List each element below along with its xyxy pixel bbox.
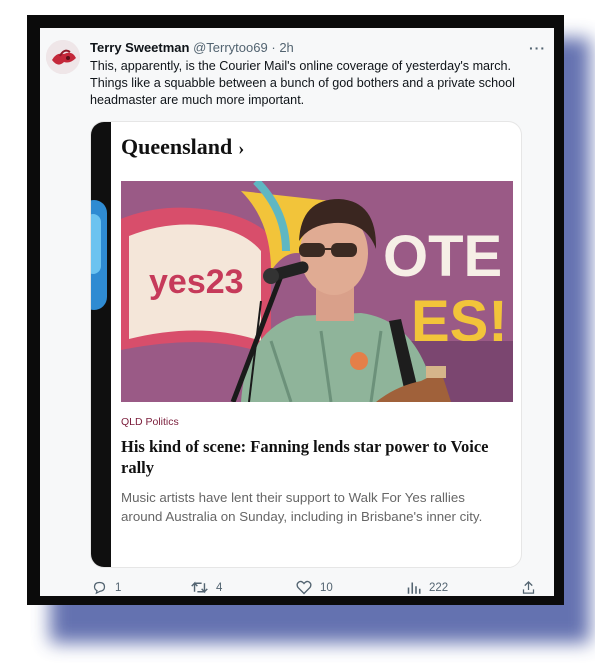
reply-count: 1 — [115, 581, 122, 594]
reply-button[interactable]: 1 — [92, 580, 121, 595]
timestamp[interactable]: 2h — [279, 40, 293, 55]
views-button[interactable]: 222 — [406, 580, 448, 595]
page-edge-strip — [91, 122, 111, 567]
author-name[interactable]: Terry Sweetman — [90, 40, 189, 55]
tweet[interactable]: Terry Sweetman @Terrytoo69 · 2h ··· This… — [40, 28, 554, 596]
like-count: 10 — [320, 581, 333, 594]
separator: · — [271, 40, 276, 55]
section-title: Queensland › — [121, 134, 244, 160]
like-button[interactable]: 10 — [296, 580, 333, 595]
chevron-right-icon: › — [238, 138, 245, 158]
reply-icon — [93, 581, 106, 595]
ad-car-window — [91, 214, 101, 274]
sign-text: yes23 — [149, 263, 244, 301]
retweet-icon — [191, 581, 208, 594]
retweet-button[interactable]: 4 — [191, 580, 222, 595]
tweet-header: Terry Sweetman @Terrytoo69 · 2h — [90, 40, 544, 58]
share-button[interactable] — [521, 580, 536, 595]
more-options-icon[interactable]: ··· — [529, 40, 546, 56]
avatar[interactable] — [46, 40, 80, 74]
article-description: Music artists have lent their support to… — [121, 490, 483, 524]
avatar-image — [46, 40, 80, 74]
tweet-actions: 1 4 10 222 — [40, 580, 554, 596]
article-headline[interactable]: His kind of scene: Fanning lends star po… — [121, 436, 513, 478]
section-label: Queensland — [121, 134, 233, 159]
banner-text: OTE — [383, 224, 502, 289]
article-category[interactable]: QLD Politics — [121, 416, 179, 428]
article-photo: yes23 OTE ES! — [121, 181, 513, 402]
heart-icon — [296, 580, 312, 595]
retweet-count: 4 — [216, 581, 223, 594]
tweet-text: This, apparently, is the Courier Mail's … — [90, 59, 515, 107]
article-screenshot[interactable]: Queensland › yes23 OTE ES! QLD Politics … — [90, 121, 522, 568]
view-count: 222 — [429, 581, 449, 594]
views-chart-icon — [407, 582, 421, 594]
author-handle[interactable]: @Terrytoo69 — [193, 40, 268, 55]
share-icon — [522, 580, 535, 594]
